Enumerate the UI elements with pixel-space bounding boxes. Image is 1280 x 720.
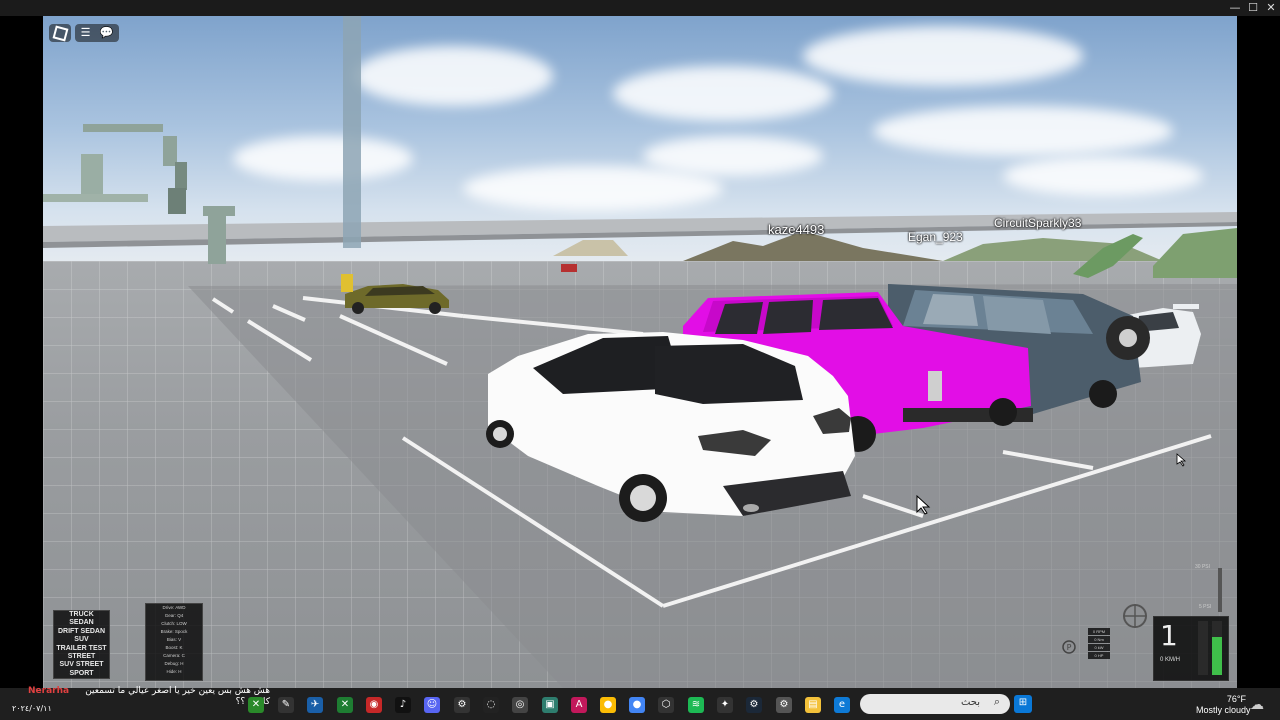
car-option-sport[interactable]: SPORT <box>54 670 109 678</box>
roblox-logo-icon <box>52 25 68 42</box>
weather-temperature: 76°F <box>1226 694 1246 704</box>
block-structure <box>175 162 187 190</box>
stat-line: Boost: K <box>165 645 183 650</box>
player-tag: kaze4493 <box>768 222 825 237</box>
app-icon[interactable]: ⚙ <box>454 697 470 713</box>
windows-start-icon[interactable]: ⊞ <box>1014 695 1032 713</box>
hamburger-menu-icon[interactable]: ☰ <box>81 27 91 39</box>
chat-message: هش هش بس يعين خير يا اصغر عيالي ما تسمعي… <box>85 686 270 707</box>
maximize-button[interactable]: ☐ <box>1244 1 1262 15</box>
app-icon[interactable]: ◎ <box>512 697 528 713</box>
app-icon[interactable]: ◉ <box>366 697 382 713</box>
app-icon[interactable]: ✎ <box>278 697 294 713</box>
mini-stat: 0 Nm <box>1088 636 1110 643</box>
weather-widget[interactable]: 76°F Mostly cloudy <box>1196 694 1251 716</box>
close-button[interactable]: ✕ <box>1262 1 1280 15</box>
block-structure <box>83 124 163 132</box>
app-icon[interactable]: A <box>571 697 587 713</box>
edge-icon[interactable]: e <box>834 697 850 713</box>
xbox-icon[interactable]: ✕ <box>248 697 264 713</box>
discord-icon[interactable]: ☺ <box>424 697 440 713</box>
chrome-icon[interactable]: ● <box>629 697 645 713</box>
block-structure <box>168 188 186 214</box>
stat-line: Gear: Q4 <box>164 613 184 618</box>
car-option-truck[interactable]: TRUCK <box>54 611 109 619</box>
car-option-sedan[interactable]: SEDAN <box>54 619 109 627</box>
roblox-top-controls: ☰ 💬 <box>75 24 119 42</box>
stat-line: Brake: Spock <box>160 629 188 634</box>
distant-building <box>553 240 628 256</box>
speedometer: 0 KM/H <box>1160 657 1181 663</box>
car-option-suv-street[interactable]: SUV STREET <box>54 661 109 669</box>
game-viewport[interactable]: kaze4493 Egan_923 CircuitSparkly33 ☰ 💬 T… <box>43 16 1237 688</box>
app-icon[interactable]: ✈ <box>307 697 323 713</box>
car-option-trailer-test[interactable]: TRAILER TEST <box>54 645 109 653</box>
boost-bar-track <box>1212 621 1222 675</box>
rpm-bar <box>1198 621 1208 675</box>
app-icon[interactable]: ◌ <box>483 697 499 713</box>
chat-icon[interactable]: 💬 <box>100 27 114 39</box>
car-spawn-menu: TRUCK SEDAN DRIFT SEDAN SUV TRAILER TEST… <box>53 610 110 680</box>
block-structure <box>163 136 177 166</box>
app-icon[interactable]: ▣ <box>542 697 558 713</box>
stat-line: Hide: H <box>166 669 182 674</box>
engine-mini-stats: 0 RPM 0 Nm 0 kW 0 HP <box>1088 628 1110 668</box>
block-structure <box>208 214 226 264</box>
crosshair-icon <box>1123 604 1147 628</box>
mini-stat: 0 HP <box>1088 652 1110 659</box>
taskbar-date: ٢٠٢٤/٠٧/١١ <box>12 704 52 713</box>
mini-stat: 0 kW <box>1088 644 1110 651</box>
player-tag: Egan_923 <box>908 230 963 244</box>
chrome-icon[interactable]: ● <box>600 697 616 713</box>
cloud-icon: ☁ <box>1250 696 1264 712</box>
mini-stat: 0 RPM <box>1088 628 1110 635</box>
boost-max-label: 30 PSI <box>1195 564 1211 570</box>
settings-icon[interactable]: ⚙ <box>776 697 792 713</box>
green-ramp <box>1153 228 1237 278</box>
app-icon[interactable]: ⬡ <box>658 697 674 713</box>
left-letterbox <box>0 16 43 688</box>
car-option-street[interactable]: STREET <box>54 653 109 661</box>
right-letterbox <box>1237 16 1280 688</box>
svg-text:P: P <box>1067 643 1072 652</box>
gear-speed-hud: 1 0 KM/H <box>1153 616 1229 681</box>
window-title-bar: — ☐ ✕ <box>0 0 1280 16</box>
boost-gauge-line <box>1218 568 1222 612</box>
car-option-suv[interactable]: SUV <box>54 636 109 644</box>
roblox-menu-button[interactable] <box>49 24 71 42</box>
boost-min-label: 5 PSI <box>1199 604 1212 610</box>
minimize-button[interactable]: — <box>1226 1 1244 15</box>
scene-svg <box>43 16 1237 688</box>
parking-brake-icon: P <box>1062 640 1076 654</box>
taskbar-search[interactable]: بحث ⌕ <box>860 694 1010 714</box>
gear-indicator: 1 <box>1160 619 1178 652</box>
chat-username: Nerarha <box>28 686 70 696</box>
block-structure <box>43 194 148 202</box>
steam-icon[interactable]: ⚙ <box>746 697 762 713</box>
tiktok-icon[interactable]: ♪ <box>395 697 411 713</box>
distant-red-car <box>561 264 577 272</box>
search-icon: ⌕ <box>993 696 1000 708</box>
weather-description: Mostly cloudy <box>1196 705 1251 715</box>
spotify-icon[interactable]: ≋ <box>688 697 704 713</box>
car-option-drift-sedan[interactable]: DRIFT SEDAN <box>54 628 109 636</box>
stat-line: Debug: H <box>164 661 184 666</box>
block-structure <box>81 154 103 198</box>
car-stats-panel: Drive: AWD Gear: Q4 Clutch: LOW Brake: S… <box>145 603 203 681</box>
stat-line: Clutch: LOW <box>161 621 187 626</box>
stat-line: Camera: C <box>163 653 185 658</box>
boost-bar-fill <box>1212 637 1222 675</box>
spiral-tower <box>343 16 361 248</box>
xbox-app-icon[interactable]: ✕ <box>337 697 353 713</box>
stat-line: Drive: AWD <box>162 605 186 610</box>
stat-line: Bias: V <box>166 637 182 642</box>
player-tag: CircuitSparkly33 <box>994 216 1082 230</box>
olive-car <box>341 274 449 314</box>
file-explorer-icon[interactable]: ▤ <box>805 697 821 713</box>
app-icon[interactable]: ✦ <box>717 697 733 713</box>
search-placeholder: بحث <box>960 697 980 708</box>
